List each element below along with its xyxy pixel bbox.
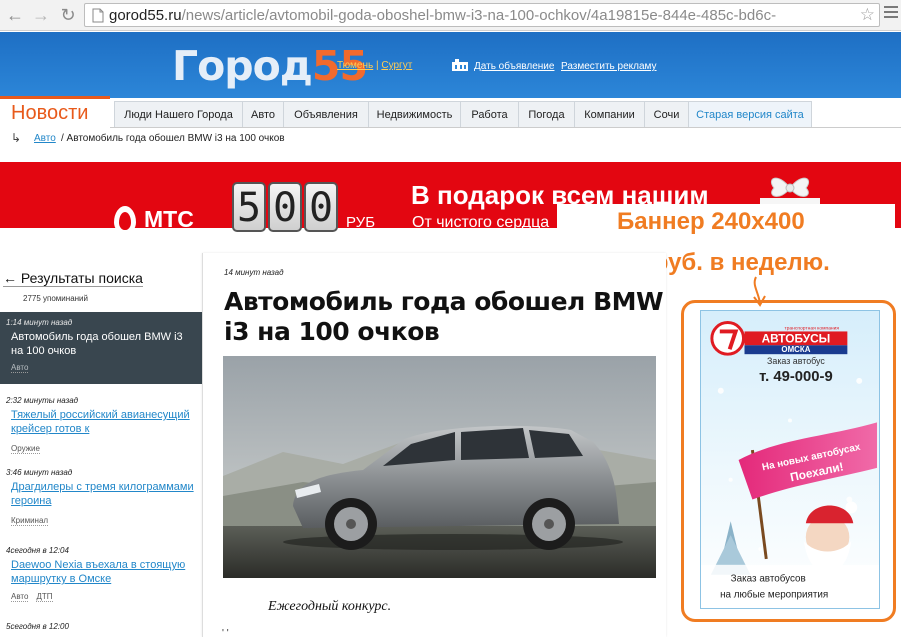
browser-toolbar: ← → ↻ gorod55.ru/news/article/avtomobil-… [0, 0, 901, 31]
photo-caption: Ежегодный конкурс. [268, 599, 392, 614]
list-item[interactable]: 4сегодня в 12:04 Daewoo Nexia въехала в … [0, 540, 202, 616]
item-title[interactable]: Тяжелый российский авианесущий крейсер г… [11, 408, 196, 436]
tab-sochi[interactable]: Сочи [644, 101, 689, 127]
item-tags: Оружие [11, 444, 196, 454]
list-item[interactable]: 3:46 минут назад Драгдилеры с тремя кило… [0, 462, 202, 540]
item-tags: Авто ДТП [11, 592, 196, 602]
city-link-1[interactable]: Тюмень [337, 60, 373, 71]
bus-order-label: Заказ автобус [767, 356, 825, 366]
post-ad-link[interactable]: Дать объявление [474, 61, 554, 72]
return-arrow-icon: ↳ [11, 131, 22, 145]
tag[interactable]: Криминал [11, 516, 49, 526]
counter-digit: 5 [232, 182, 266, 232]
mts-counter: 5 0 0 [232, 182, 340, 232]
item-title[interactable]: Daewoo Nexia въехала в стоящую маршрутку… [11, 558, 196, 586]
bus-bottom-line1: Заказ автобусов [731, 574, 806, 585]
gift-bow-icon [760, 177, 820, 208]
back-arrow-icon[interactable]: ← [3, 4, 27, 26]
item-title[interactable]: Автомобиль года обошел BMW i3 на 100 очк… [11, 330, 196, 358]
list-item[interactable]: 2:32 минуты назад Тяжелый российский ави… [0, 384, 202, 462]
bus-company-name: АВТОБУСЫ [762, 331, 831, 345]
page-icon [89, 6, 107, 24]
counter-digit: 0 [268, 182, 302, 232]
tab-realty[interactable]: Недвижимость [368, 101, 461, 127]
site-header [0, 32, 901, 98]
article-time: 14 минут назад [224, 268, 284, 277]
bus-company-city: ОМСКА [781, 345, 810, 354]
breadcrumb: ↳ Авто / Автомобиль года обошел BMW i3 н… [0, 129, 901, 149]
item-time: 5сегодня в 12:00 [6, 622, 69, 631]
tab-old-version[interactable]: Старая версия сайта [688, 101, 812, 127]
tab-auto[interactable]: Авто [242, 101, 284, 127]
mts-brand: МТС [144, 206, 194, 232]
list-item[interactable]: 1:14 минут назад Автомобиль года обошел … [0, 312, 202, 384]
breadcrumb-current: / Автомобиль года обошел BMW i3 на 100 о… [61, 133, 285, 144]
breadcrumb-link-auto[interactable]: Авто [34, 133, 56, 144]
news-list: 1:14 минут назад Автомобиль года обошел … [0, 312, 202, 631]
item-time: 2:32 минуты назад [6, 396, 79, 405]
menu-icon[interactable] [884, 6, 898, 21]
list-item[interactable]: 5сегодня в 12:00 [0, 616, 202, 631]
counter-digit: 0 [304, 182, 338, 232]
address-bar[interactable]: gorod55.ru/news/article/avtomobil-goda-o… [84, 3, 880, 27]
item-time: 1:14 минут назад [6, 318, 73, 327]
tag[interactable]: Авто [11, 363, 29, 373]
mts-egg-inner [119, 212, 131, 230]
tag[interactable]: Авто [11, 592, 29, 602]
tab-companies[interactable]: Компании [574, 101, 645, 127]
item-time: 4сегодня в 12:04 [6, 546, 69, 555]
reload-icon[interactable]: ↻ [56, 4, 80, 26]
article-text-fragment: ' ' [222, 628, 229, 637]
annotation-banner-size: Баннер 240x400 [617, 208, 805, 235]
mts-subline: От чистого сердца [412, 214, 550, 231]
tag[interactable]: Оружие [11, 444, 40, 454]
place-advert-link[interactable]: Разместить рекламу [561, 61, 657, 72]
item-tags: Авто [11, 363, 196, 373]
item-title[interactable]: Драгдилеры с тремя килограммами героина [11, 480, 196, 508]
city-link-2[interactable]: Сургут [381, 60, 412, 71]
mentions-count: 2775 упоминаний [23, 294, 88, 303]
building-icon [452, 59, 468, 71]
bus-ad-banner[interactable]: транспортная компания АВТОБУСЫ ОМСКА Зак… [700, 310, 880, 609]
forward-arrow-icon[interactable]: → [29, 4, 53, 26]
article-photo[interactable] [223, 356, 656, 578]
tab-ads[interactable]: Объявления [283, 101, 369, 127]
page: { "browser": { "url_host": "gorod55.ru",… [0, 0, 901, 637]
article-title: Автомобиль года обошел BMW i3 на 100 очк… [224, 287, 664, 346]
tag[interactable]: ДТП [36, 592, 53, 602]
tab-people[interactable]: Люди Нашего Города [114, 101, 243, 127]
search-results-back-link[interactable]: ← Результаты поиска [3, 270, 143, 287]
mts-currency: РУБ [346, 214, 376, 231]
city-switcher: Тюмень | Сургут [337, 60, 413, 71]
bookmark-star-icon[interactable]: ☆ [856, 5, 875, 25]
bus-phone: т. 49-000-9 [759, 369, 833, 385]
bus-bottom-line2: на любые мероприятия [720, 589, 828, 600]
tab-weather[interactable]: Погода [518, 101, 575, 127]
tab-jobs[interactable]: Работа [460, 101, 519, 127]
section-title: Новости [0, 96, 110, 128]
url-path: /news/article/avtomobil-goda-oboshel-bmw… [181, 6, 777, 24]
url-host: gorod55.ru [109, 6, 182, 24]
item-tags: Криминал [11, 516, 196, 526]
item-time: 3:46 минут назад [6, 468, 73, 477]
